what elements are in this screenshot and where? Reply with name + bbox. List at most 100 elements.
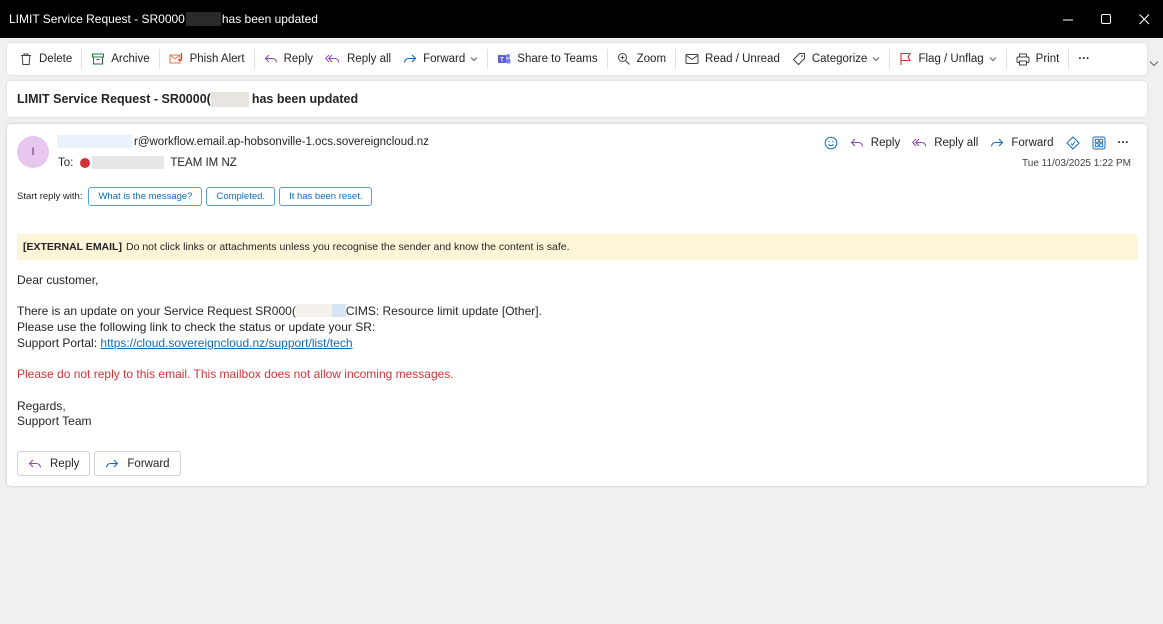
bottom-actions: Reply Forward [17, 451, 185, 476]
more-options-icon: ··· [1117, 137, 1130, 149]
reply-label: Reply [870, 137, 901, 149]
window-title: LIMIT Service Request - SR0000 has been … [0, 12, 318, 26]
divider [889, 49, 891, 69]
reply-all-label: Reply all [934, 137, 979, 149]
window-title-prefix: LIMIT Service Request - SR0000 [9, 12, 185, 26]
more-options-button[interactable]: ··· [1072, 46, 1096, 72]
divider [81, 49, 83, 69]
reply-icon [850, 138, 863, 147]
phish-hook-icon [169, 53, 182, 64]
suggested-replies: Start reply with: What is the message? C… [17, 187, 376, 206]
loop-icon [1065, 136, 1080, 150]
message-date: Tue 11/03/2025 1:22 PM [1022, 158, 1131, 169]
react-button[interactable] [818, 133, 844, 153]
body-line-suffix: CIMS: Resource limit update [Other]. [345, 304, 542, 319]
teams-icon: T [498, 54, 511, 64]
chevron-down-icon [989, 57, 997, 62]
divider [487, 49, 489, 69]
message-reply-button[interactable]: Reply [844, 133, 906, 153]
trash-icon [21, 53, 31, 65]
external-email-banner: [EXTERNAL EMAIL] Do not click links or a… [17, 234, 1138, 260]
bottom-reply-button[interactable]: Reply [17, 451, 91, 476]
reply-button[interactable]: Reply [258, 46, 319, 72]
print-label: Print [1035, 53, 1060, 65]
reply-icon [28, 459, 42, 468]
archive-button[interactable]: Archive [85, 46, 155, 72]
flag-unflag-button[interactable]: Flag / Unflag [893, 46, 1002, 72]
archive-icon [92, 53, 105, 65]
apps-button[interactable] [1086, 133, 1112, 153]
forward-label: Forward [1011, 137, 1054, 149]
recipient-line: To: TEAM IM NZ [58, 156, 237, 169]
message-more-button[interactable]: ··· [1112, 133, 1136, 153]
zoom-icon [617, 53, 630, 65]
forward-button[interactable]: Forward [397, 46, 484, 72]
command-toolbar: Delete Archive Phish Alert Reply Reply a… [7, 43, 1147, 75]
categorize-label: Categorize [811, 53, 868, 65]
tag-icon [792, 53, 805, 66]
reply-icon [264, 54, 277, 63]
redacted-block [92, 156, 165, 169]
close-icon [1138, 13, 1149, 24]
divider [1005, 49, 1007, 69]
bottom-forward-button[interactable]: Forward [94, 451, 181, 476]
redacted-block [295, 304, 346, 318]
message-reply-all-button[interactable]: Reply all [906, 133, 984, 153]
window-title-suffix: has been updated [221, 12, 318, 26]
maximize-icon [1100, 13, 1111, 24]
share-to-teams-button[interactable]: T Share to Teams [491, 46, 603, 72]
portal-label: Support Portal: [17, 335, 98, 350]
divider [253, 49, 255, 69]
minimize-icon [1062, 19, 1073, 20]
apps-grid-icon [1092, 136, 1105, 150]
categorize-button[interactable]: Categorize [786, 46, 887, 72]
body-line: Please use the following link to check t… [17, 320, 376, 335]
body-line: There is an update on your Service Reque… [17, 304, 542, 320]
reply-all-icon [912, 138, 927, 147]
maximize-button[interactable] [1087, 0, 1125, 38]
message-body: Dear customer, There is an update on you… [17, 273, 542, 430]
sender-email[interactable]: r@workflow.email.ap-hobsonville-1.ocs.so… [134, 136, 429, 148]
read-unread-label: Read / Unread [705, 53, 780, 65]
archive-label: Archive [111, 53, 150, 65]
suggested-reply-button[interactable]: Completed. [206, 187, 276, 206]
message-actions: Reply Reply all Forward ··· [818, 133, 1135, 153]
chevron-down-icon [873, 57, 880, 62]
portal-line: Support Portal: https://cloud.sovereignc… [17, 336, 542, 352]
divider [606, 49, 608, 69]
suggested-reply-button[interactable]: What is the message? [88, 187, 203, 206]
svg-text:T: T [500, 58, 504, 64]
delete-label: Delete [39, 53, 73, 65]
zoom-button[interactable]: Zoom [611, 46, 672, 72]
reply-all-button[interactable]: Reply all [319, 46, 397, 72]
minimize-button[interactable] [1049, 0, 1087, 38]
flag-unflag-label: Flag / Unflag [918, 53, 984, 65]
smiley-icon [824, 136, 838, 150]
subject-prefix: LIMIT Service Request - SR0000( [17, 92, 211, 106]
chevron-down-icon[interactable] [1149, 60, 1159, 67]
redacted-block [210, 91, 249, 107]
print-button[interactable]: Print [1010, 46, 1066, 72]
forward-label: Forward [127, 457, 170, 470]
read-unread-button[interactable]: Read / Unread [679, 46, 786, 72]
message-card: I r@workflow.email.ap-hobsonville-1.ocs.… [7, 124, 1147, 486]
close-button[interactable] [1125, 0, 1163, 38]
message-forward-button[interactable]: Forward [984, 133, 1059, 153]
avatar[interactable]: I [17, 136, 49, 168]
more-options-icon: ··· [1078, 53, 1090, 65]
recipient-name[interactable]: TEAM IM NZ [170, 157, 236, 169]
reply-label: Reply [283, 53, 313, 65]
sender-line: r@workflow.email.ap-hobsonville-1.ocs.so… [57, 135, 429, 148]
body-line-prefix: There is an update on your Service Reque… [17, 304, 296, 319]
support-portal-link[interactable]: https://cloud.sovereigncloud.nz/support/… [100, 336, 352, 350]
forward-icon [106, 459, 119, 468]
signature: Support Team [17, 414, 92, 429]
reply-label: Reply [50, 457, 80, 470]
forward-icon [991, 138, 1004, 147]
loop-button[interactable] [1060, 133, 1086, 153]
redacted-block [185, 12, 221, 26]
suggested-reply-button[interactable]: It has been reset. [279, 187, 373, 206]
phish-alert-button[interactable]: Phish Alert [163, 46, 251, 72]
envelope-icon [685, 54, 699, 64]
delete-button[interactable]: Delete [13, 46, 78, 72]
